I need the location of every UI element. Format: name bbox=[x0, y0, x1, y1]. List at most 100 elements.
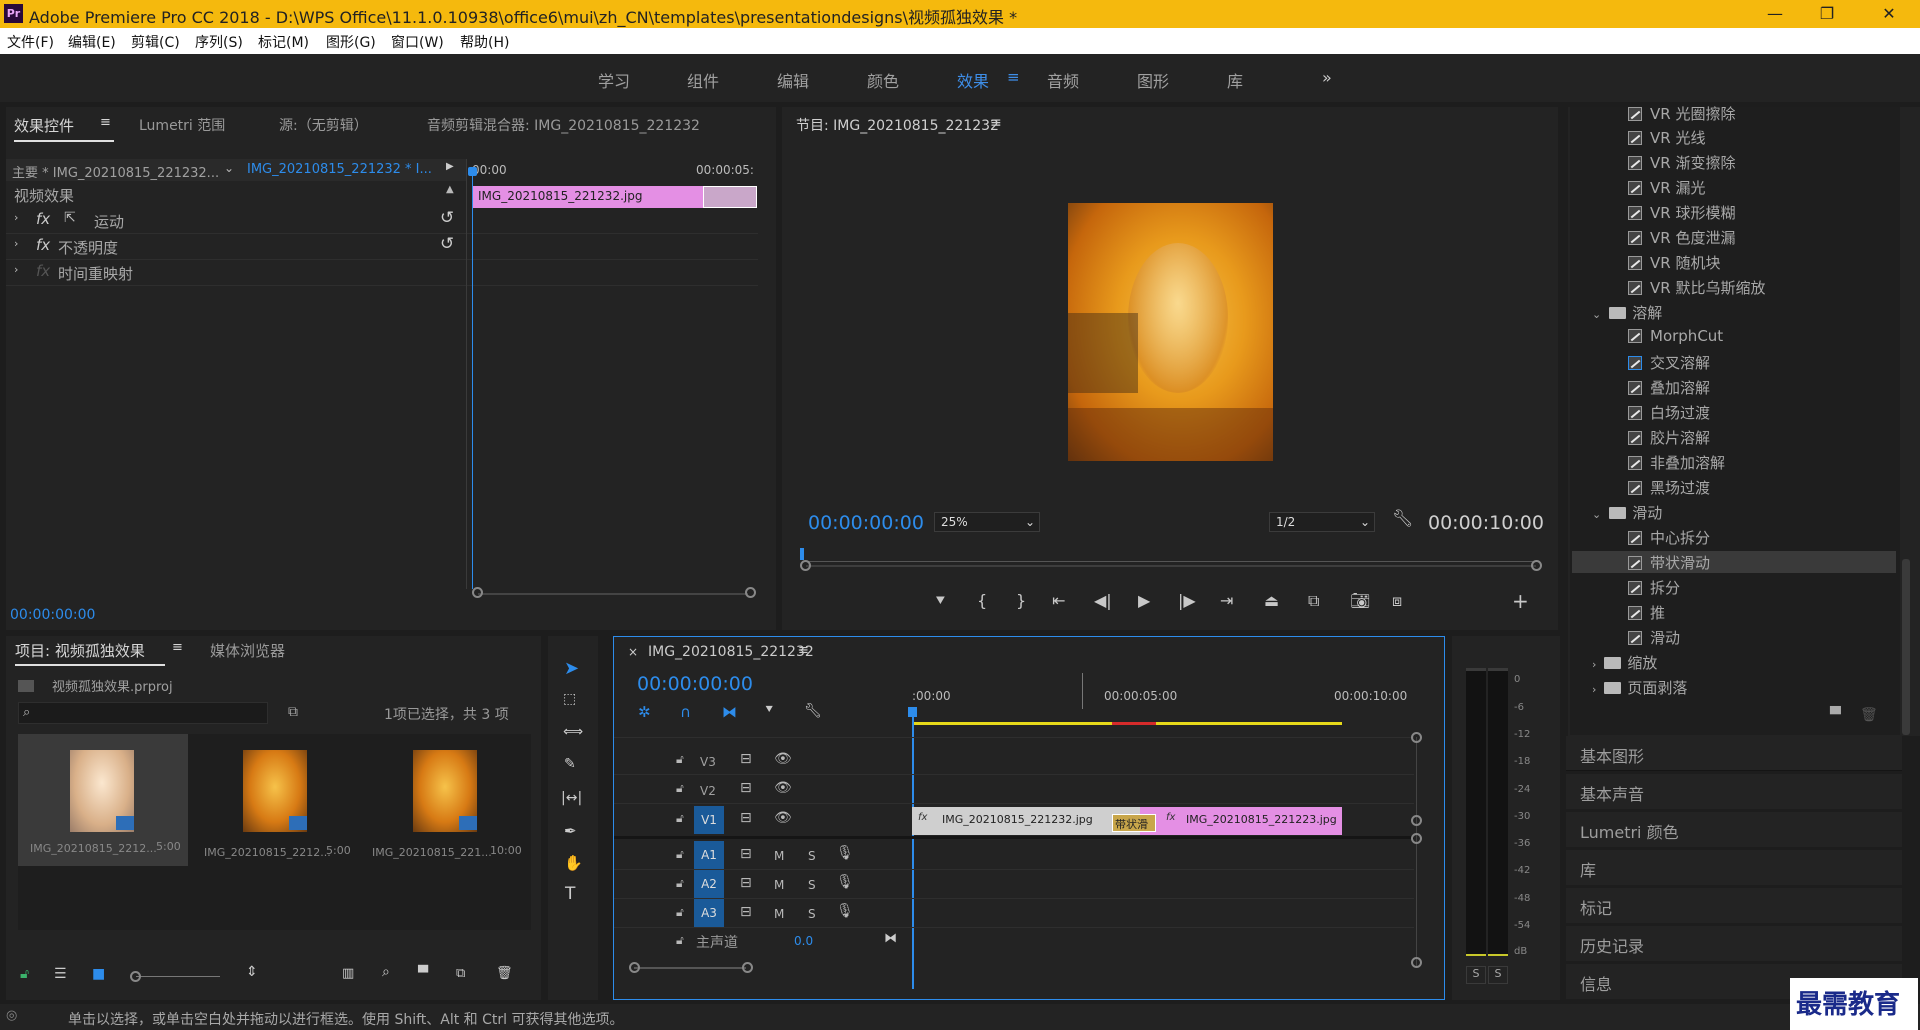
sync-lock-icon[interactable]: ⊟ bbox=[740, 846, 752, 862]
ec-playhead[interactable] bbox=[472, 169, 473, 589]
workspace-more-icon[interactable]: » bbox=[1322, 68, 1332, 87]
nest-icon[interactable]: ✲ bbox=[638, 703, 651, 721]
menu-sequence[interactable]: 序列(S) bbox=[195, 32, 243, 52]
timeline-tab[interactable]: IMG_20210815_221232 bbox=[648, 644, 814, 660]
program-scrollbar[interactable] bbox=[806, 565, 1536, 567]
camera-icon[interactable]: 📷︎ bbox=[1350, 591, 1370, 610]
sync-lock-icon[interactable]: ⊟ bbox=[740, 780, 752, 796]
resolution-select[interactable]: 1/2 ⌄ bbox=[1269, 512, 1375, 532]
menu-help[interactable]: 帮助(H) bbox=[460, 32, 509, 52]
folder-dissolve[interactable]: ⌄ 溶解 bbox=[1592, 302, 1662, 323]
new-search-bin-icon[interactable]: ⧉ bbox=[288, 704, 298, 720]
new-bin-icon[interactable]: ▀ bbox=[418, 966, 428, 981]
find-icon[interactable]: ⌕ bbox=[382, 964, 390, 980]
sort-icon[interactable]: ⇕ bbox=[246, 964, 258, 980]
ec-timecode[interactable]: 00:00:00:00 bbox=[10, 607, 95, 623]
solo-button[interactable]: S bbox=[808, 907, 816, 921]
mute-button[interactable]: M bbox=[774, 907, 784, 921]
lock-icon[interactable]: 🔓︎ bbox=[20, 966, 29, 982]
panel-essential-sound[interactable]: 基本声音 bbox=[1580, 781, 1644, 805]
new-item-icon[interactable]: ⧉ bbox=[456, 966, 465, 981]
type-tool-icon[interactable]: T bbox=[565, 884, 575, 904]
sync-lock-icon[interactable]: ⊟ bbox=[740, 875, 752, 891]
solo-right-button[interactable]: S bbox=[1488, 966, 1508, 984]
solo-button[interactable]: S bbox=[808, 878, 816, 892]
trash-icon[interactable]: 🗑︎ bbox=[496, 966, 513, 981]
lock-icon[interactable]: 🔓︎ bbox=[676, 781, 684, 796]
master-clip-label[interactable]: 主要 * IMG_20210815_221232... bbox=[12, 162, 219, 181]
effect-item[interactable]: 中心拆分 bbox=[1628, 527, 1710, 548]
effect-item-selected[interactable]: 带状滑动 bbox=[1628, 552, 1710, 573]
reset-icon[interactable]: ↺ bbox=[440, 208, 454, 228]
microphone-icon[interactable]: 🎙︎ bbox=[836, 903, 854, 919]
lock-icon[interactable]: 🔓︎ bbox=[676, 876, 684, 891]
effect-item[interactable]: VR 默比乌斯缩放 bbox=[1628, 277, 1765, 298]
track-header-a2[interactable]: 🔓︎ A2 ⊟ M S 🎙︎ bbox=[614, 870, 910, 898]
go-to-out-icon[interactable]: ⇥ bbox=[1220, 591, 1233, 610]
list-view-icon[interactable]: ☰ bbox=[54, 966, 67, 982]
folder-slide[interactable]: ⌄ 滑动 bbox=[1592, 502, 1662, 523]
pen-tool-icon[interactable]: ✒ bbox=[564, 822, 577, 840]
workspace-menu-icon[interactable]: ≡ bbox=[1007, 68, 1020, 86]
solo-button[interactable]: S bbox=[808, 849, 816, 863]
effect-item[interactable]: VR 色度泄漏 bbox=[1628, 227, 1735, 248]
ec-transition-block[interactable] bbox=[703, 186, 757, 208]
effect-item[interactable]: 推 bbox=[1628, 602, 1665, 623]
play-triangle-icon[interactable]: ▶ bbox=[446, 161, 454, 172]
workspace-effects[interactable]: 效果 bbox=[957, 68, 989, 92]
eye-icon[interactable]: 👁︎ bbox=[774, 780, 792, 796]
effect-item[interactable]: 交叉溶解 bbox=[1628, 352, 1710, 373]
sync-lock-icon[interactable]: ⊟ bbox=[740, 751, 752, 767]
add-marker-icon[interactable]: ⯆ bbox=[764, 703, 774, 718]
menu-window[interactable]: 窗口(W) bbox=[391, 32, 444, 52]
program-timecode[interactable]: 00:00:00:00 bbox=[808, 512, 924, 534]
effects-scrollbar[interactable] bbox=[1902, 559, 1910, 735]
tab-source[interactable]: 源:（无剪辑） bbox=[279, 115, 368, 135]
panel-menu-icon[interactable]: ≡ bbox=[172, 640, 183, 655]
project-item-selected[interactable]: IMG_20210815_2212... 5:00 bbox=[18, 734, 188, 866]
effect-item[interactable]: MorphCut bbox=[1628, 327, 1723, 345]
zoom-slider[interactable] bbox=[136, 976, 220, 977]
solo-left-button[interactable]: S bbox=[1466, 966, 1486, 984]
track-header-a3[interactable]: 🔓︎ A3 ⊟ M S 🎙︎ bbox=[614, 899, 910, 927]
effect-item[interactable]: 胶片溶解 bbox=[1628, 427, 1710, 448]
tab-effect-controls[interactable]: 效果控件 bbox=[14, 115, 74, 136]
panel-history[interactable]: 历史记录 bbox=[1580, 933, 1644, 957]
effect-item[interactable]: VR 漏光 bbox=[1628, 177, 1705, 198]
track-header-master[interactable]: 🔓︎ 主声道 0.0 ⧓ bbox=[614, 929, 910, 953]
vertical-scrollbar[interactable] bbox=[1416, 737, 1417, 967]
menu-file[interactable]: 文件(F) bbox=[7, 32, 54, 52]
sequence-clip-label[interactable]: IMG_20210815_221232 * I... bbox=[247, 162, 432, 177]
effect-row-opacity[interactable]: › fx 不透明度 ↺ bbox=[6, 233, 466, 259]
menu-clip[interactable]: 剪辑(C) bbox=[131, 32, 180, 52]
eye-icon[interactable]: 👁︎ bbox=[774, 810, 792, 826]
folder-zoom[interactable]: › 缩放 bbox=[1592, 652, 1657, 673]
track-target-v1[interactable]: V1 bbox=[694, 806, 724, 834]
panel-info[interactable]: 信息 bbox=[1580, 971, 1612, 995]
tab-media-browser[interactable]: 媒体浏览器 bbox=[210, 640, 285, 661]
workspace-audio[interactable]: 音频 bbox=[1047, 68, 1079, 92]
panel-essential-graphics[interactable]: 基本图形 bbox=[1580, 743, 1644, 767]
eye-icon[interactable]: 👁︎ bbox=[774, 751, 792, 767]
effect-item[interactable]: 黑场过渡 bbox=[1628, 477, 1710, 498]
project-item[interactable]: IMG_20210815_221... 10:00 bbox=[358, 734, 528, 866]
workspace-editing[interactable]: 编辑 bbox=[777, 68, 809, 92]
effect-item[interactable]: 滑动 bbox=[1628, 627, 1680, 648]
play-icon[interactable]: ▶ bbox=[1138, 591, 1150, 610]
snap-icon[interactable]: ∩ bbox=[680, 703, 691, 721]
wrench-icon[interactable]: 🔧︎ bbox=[1392, 509, 1414, 529]
workspace-learn[interactable]: 学习 bbox=[598, 68, 630, 92]
delete-icon[interactable]: 🗑︎ bbox=[1860, 707, 1878, 723]
mark-in-icon[interactable]: { bbox=[977, 591, 987, 610]
close-tab-icon[interactable]: × bbox=[628, 645, 638, 659]
workspace-libraries[interactable]: 库 bbox=[1227, 68, 1243, 92]
tab-project[interactable]: 项目: 视频孤独效果 bbox=[15, 640, 145, 661]
transition-block[interactable]: 带状滑 bbox=[1112, 814, 1156, 832]
panel-markers[interactable]: 标记 bbox=[1580, 895, 1612, 919]
maximize-button[interactable]: ❐ bbox=[1804, 0, 1850, 28]
effect-item[interactable]: 非叠加溶解 bbox=[1628, 452, 1725, 473]
timeline-zoom-scrollbar[interactable] bbox=[634, 967, 746, 969]
effect-row-time-remap[interactable]: › fx 时间重映射 bbox=[6, 259, 466, 285]
step-back-icon[interactable]: ◀| bbox=[1094, 591, 1112, 610]
track-target-a2[interactable]: A2 bbox=[694, 870, 724, 898]
